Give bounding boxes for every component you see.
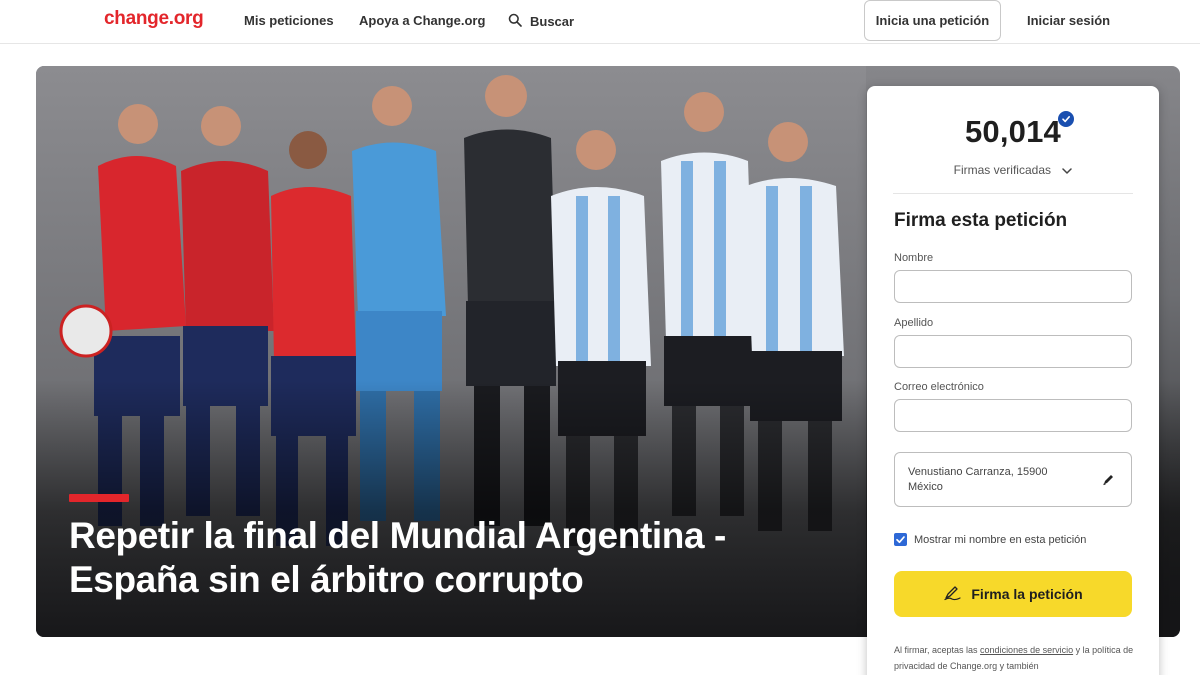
start-petition-button[interactable]: Inicia una petición (864, 0, 1001, 41)
legal-text-start: Al firmar, aceptas las (894, 645, 981, 655)
sign-form-title: Firma esta petición (894, 210, 1068, 231)
first-name-field[interactable] (894, 270, 1132, 303)
location-line-1: Venustiano Carranza, 15900 (908, 466, 1048, 478)
signature-pen-icon (943, 585, 963, 604)
sign-petition-card: 50,014 Firmas verificadas Firma esta pet… (867, 86, 1159, 675)
location-text: Venustiano Carranza, 15900 México (908, 465, 1088, 495)
nav-link-support[interactable]: Apoya a Change.org (359, 13, 485, 28)
top-navigation: change.org Mis peticiones Apoya a Change… (0, 0, 1200, 44)
first-name-label: Nombre (894, 252, 934, 264)
change-org-logo[interactable]: change.org (104, 8, 204, 30)
search-label: Buscar (530, 14, 575, 29)
terms-of-service-link[interactable]: condiciones de servicio (980, 645, 1073, 655)
email-field[interactable] (894, 399, 1132, 432)
last-name-label: Apellido (894, 317, 934, 329)
title-accent-bar (69, 494, 129, 502)
nav-link-my-petitions[interactable]: Mis peticiones (244, 13, 334, 28)
location-field[interactable]: Venustiano Carranza, 15900 México (894, 452, 1132, 507)
login-link[interactable]: Iniciar sesión (1027, 13, 1110, 28)
chevron-down-icon (1062, 164, 1073, 178)
verified-signatures-label: Firmas verificadas (953, 163, 1051, 177)
pencil-edit-icon[interactable] (1102, 473, 1115, 491)
location-line-2: México (908, 481, 943, 493)
signature-count-block: 50,014 (867, 114, 1159, 150)
search-icon (508, 13, 522, 30)
last-name-field[interactable] (894, 335, 1132, 368)
email-label: Correo electrónico (894, 381, 984, 393)
legal-disclaimer: Al firmar, aceptas las condiciones de se… (894, 642, 1134, 674)
verified-badge-icon (1058, 111, 1074, 127)
petition-title: Repetir la final del Mundial Argentina -… (69, 515, 726, 600)
sign-petition-label: Firma la petición (971, 586, 1083, 602)
signature-count: 50,014 (964, 114, 1062, 149)
show-name-label: Mostrar mi nombre en esta petición (914, 533, 1087, 546)
show-name-option[interactable]: Mostrar mi nombre en esta petición (894, 533, 1086, 546)
nav-link-search[interactable]: Buscar (508, 13, 574, 30)
show-name-checkbox[interactable] (894, 533, 907, 546)
sign-petition-button[interactable]: Firma la petición (894, 571, 1132, 617)
verified-signatures-toggle[interactable]: Firmas verificadas (867, 163, 1159, 178)
card-divider (893, 193, 1133, 194)
